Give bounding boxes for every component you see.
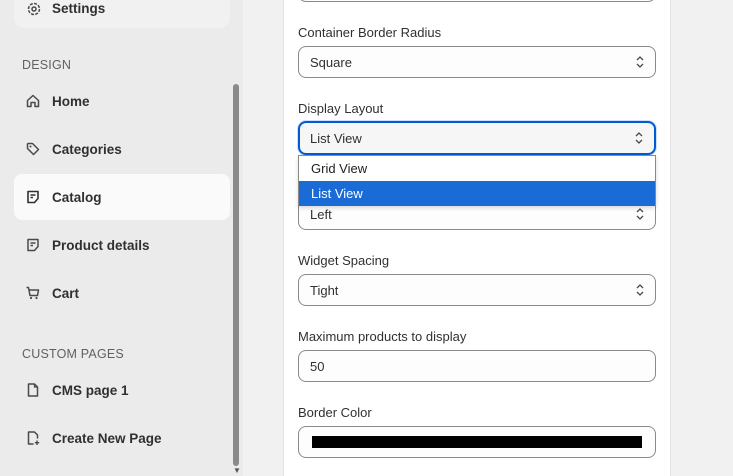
border-color-picker[interactable] [298,426,656,458]
widget-spacing-value: Tight [310,282,339,298]
color-swatch [312,436,642,448]
sidebar-item-label: Create New Page [52,430,162,446]
section-title-design: DESIGN [22,58,72,72]
border-radius-value: Square [310,54,352,70]
border-radius-label: Container Border Radius [298,25,442,40]
note-icon [24,188,42,206]
max-products-input[interactable]: 50 [298,350,656,382]
page-add-icon [24,429,42,447]
sidebar-item-label: CMS page 1 [52,382,129,398]
display-layout-dropdown: Grid View List View [298,155,656,206]
page-icon [24,381,42,399]
sidebar-item-cart[interactable]: Cart [14,270,230,316]
scroll-down-icon[interactable]: ▼ [233,466,241,476]
sidebar-item-home[interactable]: Home [14,78,230,124]
sidebar-item-label: Product details [52,237,150,253]
option-grid-view[interactable]: Grid View [299,156,655,181]
previous-field[interactable] [298,0,656,2]
sidebar-item-label: Home [52,93,90,109]
select-chevron-icon [635,206,645,222]
border-color-label: Border Color [298,405,372,420]
display-layout-select[interactable]: List View [298,121,656,155]
sidebar-item-label: Categories [52,141,122,157]
sidebar-item-catalog[interactable]: Catalog [14,174,230,220]
cart-icon [24,284,42,302]
display-layout-value: List View [310,130,362,146]
sidebar-item-categories[interactable]: Categories [14,126,230,172]
select-chevron-icon [635,282,645,298]
alignment-value: Left [310,206,332,222]
option-list-view[interactable]: List View [299,181,655,206]
sidebar-item-cms-page-1[interactable]: CMS page 1 [14,367,230,413]
note-icon [24,236,42,254]
widget-spacing-label: Widget Spacing [298,253,390,268]
tag-icon [24,140,42,158]
sidebar: Settings DESIGN Home Categories Catalog … [0,0,243,476]
sidebar-item-settings[interactable]: Settings [14,0,230,28]
select-chevron-icon [635,54,645,70]
section-title-custom-pages: CUSTOM PAGES [22,347,124,361]
max-products-label: Maximum products to display [298,329,467,344]
widget-spacing-select[interactable]: Tight [298,274,656,306]
gear-icon [26,1,42,17]
sidebar-scrollbar[interactable] [233,84,239,466]
sidebar-item-label: Cart [52,285,80,301]
border-radius-select[interactable]: Square [298,46,656,78]
sidebar-item-label: Settings [52,1,106,16]
sidebar-item-label: Catalog [52,189,102,205]
sidebar-item-product-details[interactable]: Product details [14,222,230,268]
select-chevron-icon [634,130,644,146]
sidebar-item-create-new-page[interactable]: Create New Page [14,415,230,461]
display-layout-label: Display Layout [298,101,384,116]
home-icon [24,92,42,110]
max-products-value: 50 [310,358,325,374]
